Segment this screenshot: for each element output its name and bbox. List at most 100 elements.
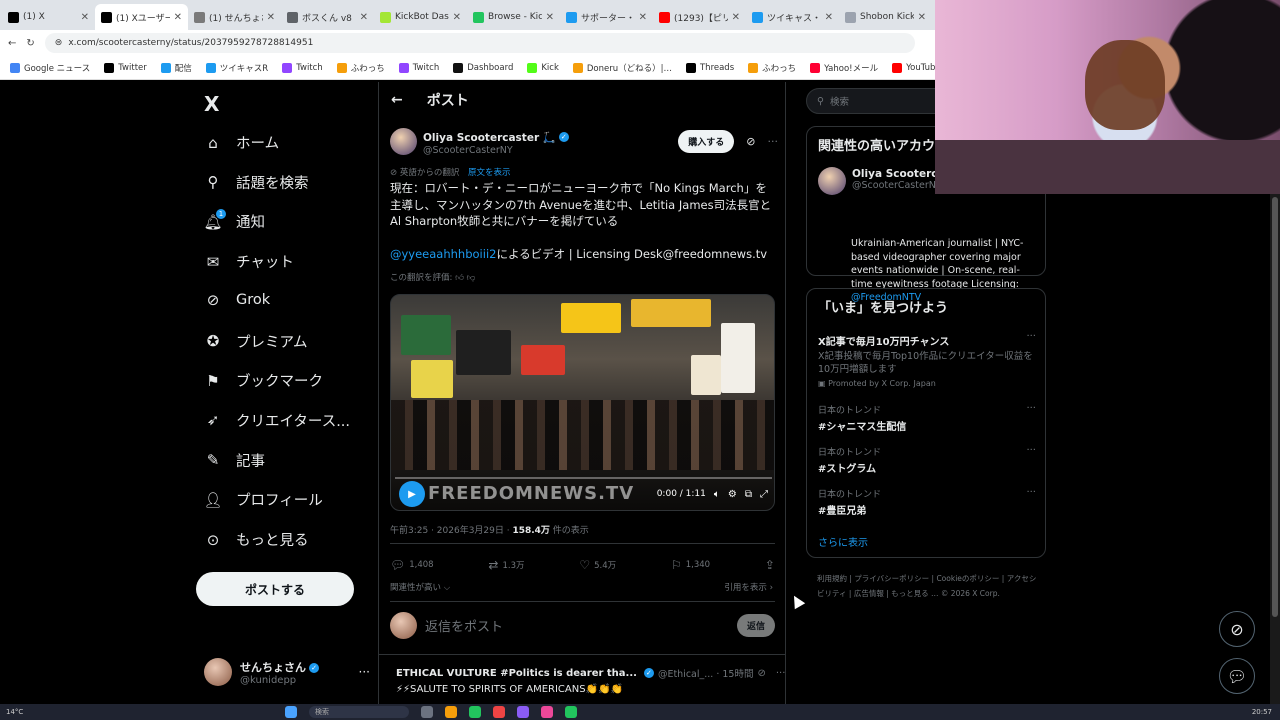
sort-relevance[interactable]: 関連性が高い ⌵ [390, 581, 450, 593]
avatar[interactable] [818, 167, 846, 195]
nav-item[interactable]: 🔔︎ 1 通知 [203, 208, 265, 232]
more-dots-icon[interactable]: ··· [768, 135, 779, 148]
nav-item[interactable]: ⊙ もっと見る [204, 529, 309, 550]
bookmark-item[interactable]: Yahoo!メール [810, 62, 878, 74]
bookmark-action[interactable]: ⚐ 1,340 [671, 558, 710, 572]
tweet-video[interactable]: FREEDOMNEWS.TV ▶ 0:00 / 1:11 🔈︎ ⚙ ⧉ ⤢ [390, 294, 775, 511]
view-quotes-link[interactable]: 引用を表示 › [724, 581, 773, 593]
nav-item[interactable]: ✪ プレミアム [204, 331, 308, 352]
tweet-timestamp[interactable]: 午前3:25 · 2026年3月29日 · [390, 526, 512, 536]
trend-item[interactable]: 日本のトレンド #豊臣兄弟 ··· [818, 487, 1036, 517]
bookmark-item[interactable]: YouTube [892, 62, 941, 73]
like-action[interactable]: ♡ 5.4万 [579, 558, 616, 572]
footer-links[interactable]: 利用規約 | プライバシーポリシー | Cookieのポリシー | アクセシビリ… [817, 571, 1037, 601]
bookmark-item[interactable]: Twitter [104, 62, 147, 73]
pip-icon[interactable]: ⧉ [745, 489, 752, 500]
close-icon[interactable]: ✕ [918, 12, 926, 23]
reload-icon[interactable]: ↻ [26, 38, 34, 49]
account-switcher[interactable]: せんちょさん ✓ @kunidepp ··· [204, 658, 370, 686]
show-more-link[interactable]: さらに表示 [818, 534, 868, 549]
nav-item[interactable]: ✉ チャット [204, 251, 294, 272]
bookmark-item[interactable]: Twitch [398, 62, 439, 73]
close-icon[interactable]: ✕ [360, 12, 368, 23]
nav-item[interactable]: ➶ クリエイタース... [204, 410, 350, 431]
nav-item[interactable]: 👤︎ プロフィール [203, 489, 322, 510]
grok-icon[interactable]: ⊘ [746, 135, 755, 148]
author-handle[interactable]: @ScooterCasterNY [423, 145, 569, 156]
bookmark-item[interactable]: Dashboard [453, 62, 513, 73]
bookmark-item[interactable]: Threads [685, 62, 734, 73]
bookmark-item[interactable]: ふわっち [748, 62, 796, 74]
weather-widget[interactable]: 14°C [6, 708, 23, 716]
browser-tab[interactable]: Browse - Kic ✕ [467, 4, 560, 30]
repost-action[interactable]: ⇄ 1.3万 [488, 558, 524, 572]
browser-tab[interactable]: (1293)【ピリ ✕ [653, 4, 746, 30]
browser-tab[interactable]: KickBot Dash ✕ [374, 4, 467, 30]
play-icon[interactable]: ▶ [399, 481, 425, 507]
nav-item[interactable]: ⚲ 話題を検索 [204, 172, 309, 193]
bookmark-item[interactable]: Twitch [282, 62, 323, 73]
close-icon[interactable]: ✕ [546, 12, 554, 23]
reply-author-name[interactable]: ETHICAL VULTURE #Politics is dearer tha.… [396, 668, 637, 679]
x-logo-icon[interactable]: X [204, 92, 219, 116]
fullscreen-icon[interactable]: ⤢ [760, 489, 768, 500]
nav-item[interactable]: ✎ 記事 [204, 450, 265, 471]
back-nav-icon[interactable]: ← [8, 38, 16, 49]
browser-tab[interactable]: Shobon Kick ✕ [839, 4, 932, 30]
url-field[interactable]: ⊜ x.com/scootercasterny/status/203795927… [44, 33, 915, 53]
bookmark-item[interactable]: 配信 [160, 62, 192, 74]
back-arrow-icon[interactable]: ← [391, 92, 403, 108]
buy-button[interactable]: 購入する [678, 129, 735, 153]
trend-item[interactable]: 日本のトレンド #ストグラム ··· [818, 445, 1036, 475]
app-icon[interactable] [493, 706, 505, 718]
app-icon[interactable] [421, 706, 433, 718]
close-icon[interactable]: ✕ [453, 12, 461, 23]
close-icon[interactable]: ✕ [732, 12, 740, 23]
app-icon[interactable] [541, 706, 553, 718]
show-original-link[interactable]: 原文を表示 [468, 168, 511, 178]
folder-icon[interactable] [445, 706, 457, 718]
nav-item[interactable]: ⌂ ホーム [204, 132, 279, 153]
grok-icon[interactable]: ⊘ [757, 668, 765, 679]
bookmark-item[interactable]: Kick [527, 62, 559, 73]
close-icon[interactable]: ✕ [639, 12, 647, 23]
windows-start-icon[interactable] [285, 706, 297, 718]
trend-item[interactable]: X記事で毎月10万円チャンス X記事投稿で毎月Top10作品にクリエイター収益を1… [818, 331, 1036, 388]
site-info-icon[interactable]: ⊜ [55, 38, 63, 48]
author-name[interactable]: Oliya Scootercaster 🛴 [423, 132, 556, 144]
author-avatar[interactable] [390, 127, 417, 155]
bookmark-item[interactable]: ツイキャスR [205, 62, 268, 74]
more-dots-icon[interactable]: ··· [1026, 487, 1036, 498]
browser-tab[interactable]: サポーター・せ ✕ [560, 4, 653, 30]
reply-tweet[interactable]: ETHICAL VULTURE #Politics is dearer tha.… [390, 666, 785, 696]
bookmark-item[interactable]: ふわっち [336, 62, 385, 74]
more-dots-icon[interactable]: ··· [359, 665, 370, 679]
share-action[interactable]: ⇪ [765, 558, 775, 572]
settings-gear-icon[interactable]: ⚙ [728, 489, 737, 500]
more-dots-icon[interactable]: ··· [1026, 445, 1036, 456]
browser-tab[interactable]: (1) X ✕ [2, 4, 95, 30]
reply-button[interactable]: 返信 [736, 614, 775, 637]
close-icon[interactable]: ✕ [81, 12, 89, 23]
rate-translation[interactable]: この翻訳を評価: 👍︎ 👎︎ [390, 271, 475, 283]
taskbar-search[interactable]: 検索 [309, 706, 409, 718]
browser-tab[interactable]: ボスくん v8 ✕ [281, 4, 374, 30]
bookmark-item[interactable]: Google ニュース [10, 62, 90, 74]
bookmark-item[interactable]: Doneru（どねる）|… [572, 62, 672, 74]
nav-item[interactable]: ⊘ Grok [204, 291, 270, 309]
more-dots-icon[interactable]: ··· [1026, 403, 1036, 414]
chat-fab-icon[interactable]: 💬︎ [1219, 658, 1255, 694]
app-icon[interactable] [517, 706, 529, 718]
more-dots-icon[interactable]: ··· [1026, 331, 1036, 342]
reply-input[interactable]: 返信をポスト [425, 616, 503, 635]
grok-fab-icon[interactable]: ⊘ [1219, 611, 1255, 647]
trend-item[interactable]: 日本のトレンド #シャニマス生配信 ··· [818, 403, 1036, 433]
browser-tab[interactable]: ツイキャス・ラ ✕ [746, 4, 839, 30]
app-icon[interactable] [469, 706, 481, 718]
app-icon[interactable] [565, 706, 577, 718]
close-icon[interactable]: ✕ [174, 12, 182, 23]
more-dots-icon[interactable]: ··· [776, 668, 786, 679]
mention-link[interactable]: @yyeeaahhhboiii2 [390, 247, 496, 261]
nav-item[interactable]: ⚑ ブックマーク [204, 370, 323, 391]
video-progress[interactable] [395, 477, 772, 479]
